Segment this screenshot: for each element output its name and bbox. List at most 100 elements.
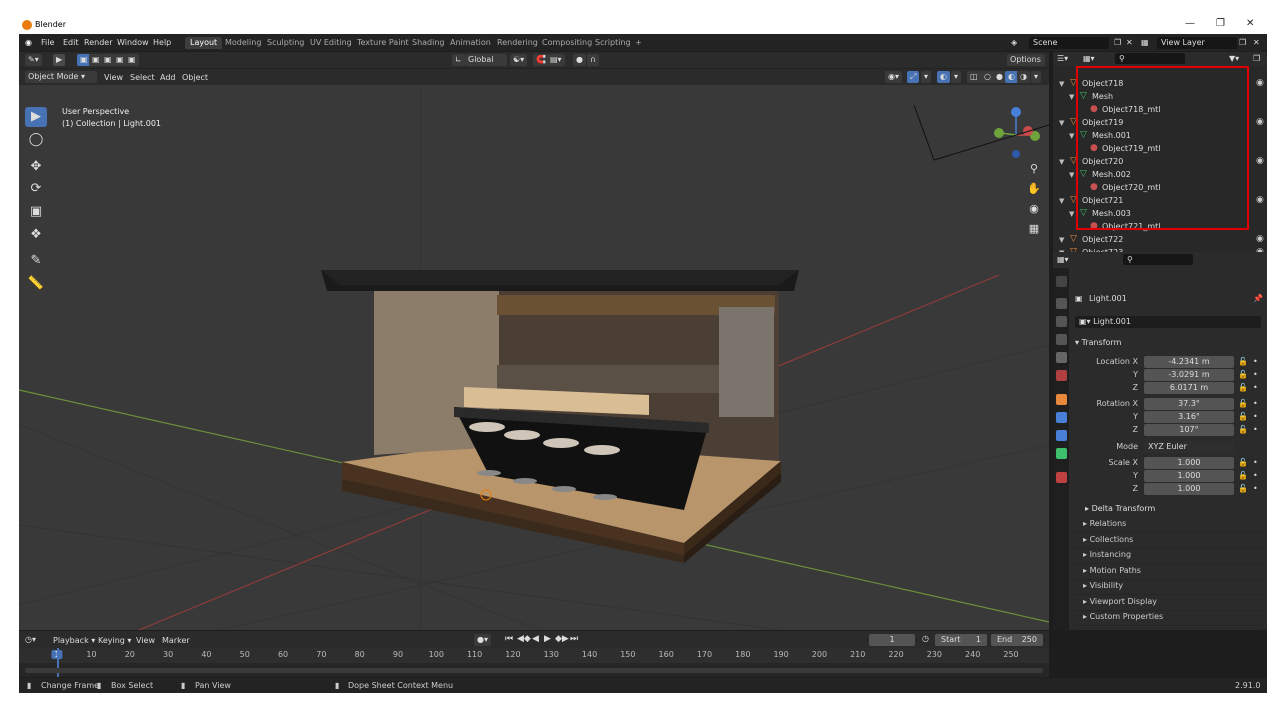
remove-scene-icon[interactable]: ✕ (1126, 38, 1133, 47)
select-mode-intersect-icon[interactable]: ▣ (125, 54, 139, 66)
add-workspace-icon[interactable]: + (635, 38, 642, 47)
timeline-editor-type-icon[interactable]: ◷▾ (25, 635, 36, 644)
expand-arrow-icon[interactable]: ▼ (1069, 93, 1074, 101)
render-tab-icon[interactable] (1056, 298, 1067, 309)
lock-location-z-icon[interactable]: 🔓 (1238, 383, 1248, 392)
gizmo-dropdown-icon[interactable]: ▾ (921, 71, 932, 83)
lock-rotation-z-icon[interactable]: 🔓 (1238, 425, 1248, 434)
lock-rotation-x-icon[interactable]: 🔓 (1238, 399, 1248, 408)
expand-arrow-icon[interactable]: ▼ (1059, 197, 1064, 205)
tab-rendering[interactable]: Rendering (492, 37, 543, 49)
scale-z-field[interactable]: 1.000 (1144, 483, 1234, 495)
outliner-editor-type-icon[interactable]: ☰▾ (1057, 54, 1068, 63)
tab-layout[interactable]: Layout (185, 37, 223, 49)
scale-y-field[interactable]: 1.000 (1144, 470, 1234, 482)
tab-shading[interactable]: Shading (407, 37, 450, 49)
transform-tool-icon[interactable]: ❖ (25, 225, 47, 245)
panel-instancing[interactable]: ▸ Instancing (1073, 550, 1263, 564)
transform-panel-header[interactable]: ▾ Transform (1075, 338, 1121, 347)
auto-key-icon[interactable]: ●▾ (474, 634, 491, 646)
outliner-row[interactable]: ▼ ▽ Mesh.001 (1053, 130, 1267, 143)
outliner-display-mode-icon[interactable]: ▦▾ (1083, 54, 1095, 63)
close-icon[interactable]: ✕ (1246, 18, 1254, 29)
tab-compositing[interactable]: Compositing (537, 37, 597, 49)
play-reverse-icon[interactable]: ◀ (532, 634, 539, 644)
lock-location-y-icon[interactable]: 🔓 (1238, 370, 1248, 379)
timeline-ruler[interactable]: 1102030405060708090100110120130140150160… (19, 648, 1049, 663)
overlay-toggle-icon[interactable]: ◐ (937, 71, 950, 83)
outliner-row[interactable]: ▼ ▽ Object721 ◉ (1053, 195, 1267, 208)
overlay-dropdown-icon[interactable]: ▾ (951, 71, 962, 83)
scene-selector[interactable]: Scene (1029, 37, 1109, 49)
marker-menu[interactable]: Marker (162, 636, 190, 645)
expand-arrow-icon[interactable]: ▼ (1059, 119, 1064, 127)
rotation-x-field[interactable]: 37.3° (1144, 398, 1234, 410)
location-z-field[interactable]: 6.0171 m (1144, 382, 1234, 394)
visibility-selector-icon[interactable]: ◉▾ (885, 71, 902, 83)
lock-rotation-y-icon[interactable]: 🔓 (1238, 412, 1248, 421)
current-frame-field[interactable]: 1 (869, 634, 915, 646)
menu-edit[interactable]: Edit (63, 38, 79, 47)
maximize-icon[interactable]: ❐ (1216, 18, 1225, 29)
location-y-field[interactable]: -3.0291 m (1144, 369, 1234, 381)
constraints-tab-icon[interactable] (1056, 430, 1067, 441)
menu-help[interactable]: Help (153, 38, 171, 47)
transform-orientation-dropdown[interactable]: Global (465, 54, 507, 66)
tab-sculpting[interactable]: Sculpting (262, 37, 309, 49)
move-tool-icon[interactable]: ✥ (25, 157, 47, 177)
tab-modeling[interactable]: Modeling (220, 37, 266, 49)
scale-x-field[interactable]: 1.000 (1144, 457, 1234, 469)
active-tool-icon[interactable]: ▶ (53, 54, 66, 66)
jump-start-icon[interactable]: ⏮ (505, 634, 513, 644)
lock-scale-z-icon[interactable]: 🔓 (1238, 484, 1248, 493)
filter-icon[interactable]: ▼▾ (1229, 54, 1239, 63)
perspective-toggle-icon[interactable]: ▦ (1025, 220, 1043, 238)
navigation-gizmo[interactable] (913, 104, 1049, 161)
outliner-row[interactable]: ▼ ▽ Mesh (1053, 91, 1267, 104)
world-tab-icon[interactable] (1056, 370, 1067, 381)
expand-arrow-icon[interactable]: ▼ (1059, 236, 1064, 244)
next-keyframe-icon[interactable]: ◆▶ (555, 634, 569, 644)
timeline-view-menu[interactable]: View (136, 636, 155, 645)
outliner-row[interactable]: ▼ ▽ Mesh.002 (1053, 169, 1267, 182)
properties-search-input[interactable]: ⚲ (1123, 254, 1193, 265)
keyframe-dot-icon[interactable]: • (1253, 471, 1258, 480)
viewport-menu-add[interactable]: Add (160, 73, 176, 82)
shading-rendered-icon[interactable]: ◑ (1017, 71, 1030, 83)
measure-tool-icon[interactable]: 📏 (25, 274, 47, 294)
minimize-icon[interactable]: — (1185, 18, 1195, 29)
object-name-field[interactable]: ▣▾ Light.001 (1075, 316, 1261, 328)
expand-arrow-icon[interactable]: ▼ (1059, 80, 1064, 88)
output-tab-icon[interactable] (1056, 316, 1067, 327)
jump-end-icon[interactable]: ⏭ (570, 634, 578, 644)
keyframe-dot-icon[interactable]: • (1253, 383, 1258, 392)
expand-arrow-icon[interactable]: ▼ (1069, 132, 1074, 140)
tab-uv-editing[interactable]: UV Editing (305, 37, 357, 49)
keyframe-dot-icon[interactable]: • (1253, 412, 1258, 421)
proportional-edit-icon[interactable]: ● (573, 54, 586, 66)
outliner-row[interactable]: ▼ ▽ Object722 ◉ (1053, 234, 1267, 247)
tab-scripting[interactable]: Scripting (590, 37, 636, 49)
pan-hand-icon[interactable]: ✋ (1025, 180, 1043, 198)
location-x-field[interactable]: -4.2341 m (1144, 356, 1234, 368)
scale-tool-icon[interactable]: ▣ (25, 202, 47, 222)
annotate-tool-icon[interactable]: ✎ (25, 251, 47, 271)
keying-menu[interactable]: Keying ▾ (98, 636, 131, 645)
visibility-eye-icon[interactable]: ◉ (1256, 195, 1264, 205)
new-scene-icon[interactable]: ❐ (1114, 38, 1121, 47)
rotation-z-field[interactable]: 107° (1144, 424, 1234, 436)
outliner-row[interactable]: ● Object720_mtl (1053, 182, 1267, 195)
expand-arrow-icon[interactable]: ▼ (1059, 158, 1064, 166)
viewport-menu-object[interactable]: Object (182, 73, 208, 82)
pivot-point-icon[interactable]: ☯▾ (510, 54, 528, 66)
outliner-search-input[interactable]: ⚲ (1115, 53, 1185, 64)
visibility-eye-icon[interactable]: ◉ (1256, 234, 1264, 244)
new-collection-icon[interactable]: ❐ (1253, 54, 1260, 63)
panel-custom-properties[interactable]: ▸ Custom Properties (1073, 612, 1263, 626)
expand-arrow-icon[interactable]: ▼ (1069, 210, 1074, 218)
delta-transform-subpanel[interactable]: ▸ Delta Transform (1085, 504, 1155, 513)
outliner-row[interactable]: ▼ ▽ Object719 ◉ (1053, 117, 1267, 130)
editor-type-icon[interactable]: ✎▾ (25, 54, 42, 66)
expand-arrow-icon[interactable]: ▼ (1069, 171, 1074, 179)
snap-target-icon[interactable]: ▤▾ (547, 54, 565, 66)
